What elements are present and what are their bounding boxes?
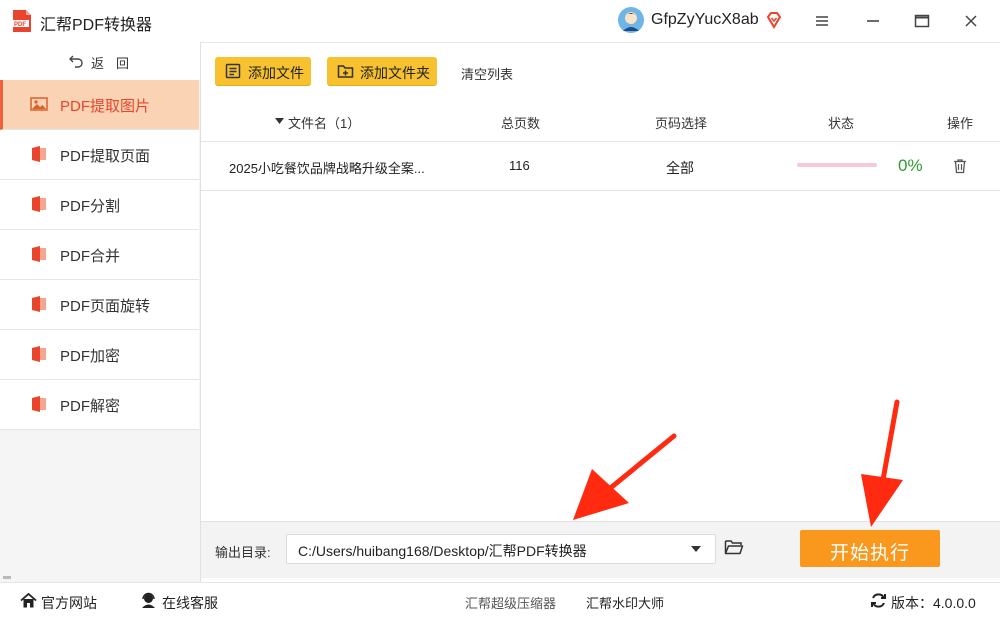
minimize-icon[interactable] [862,10,884,32]
back-button[interactable]: 返回 [0,42,200,80]
start-button[interactable]: 开始执行 [800,530,940,567]
online-support-link[interactable]: 在线客服 [162,593,218,613]
add-folder-button[interactable]: 添加文件夹 [327,57,437,85]
app-logo-icon: PDF [11,10,31,32]
compressor-link[interactable]: 汇帮超级压缩器 [465,593,556,612]
sidebar-item-extract-pages[interactable]: PDF提取页面 [0,130,199,180]
chevron-down-icon [691,546,701,552]
username[interactable]: GfpZyYucX8ab [651,11,759,29]
sidebar-item-encrypt[interactable]: PDF加密 [0,330,199,380]
sidebar-item-label: PDF加密 [60,348,121,365]
image-icon [30,97,48,111]
header-pages: 总页数 [501,116,541,131]
sidebar-item-label: PDF提取图片 [60,98,151,115]
table-header: 文件名（1） 总页数 页码选择 状态 操作 [201,101,1000,142]
sidebar-item-label: PDF解密 [60,398,121,415]
pdf-file-icon [32,246,46,262]
sidebar-item-label: PDF分割 [60,198,121,215]
pdf-file-icon [32,296,46,312]
progress-bar [797,163,877,167]
sidebar-item-rotate[interactable]: PDF页面旋转 [0,280,199,330]
footer: 官方网站 在线客服 汇帮超级压缩器 汇帮水印大师 版本：4.0.0.0 [0,582,1000,618]
add-folder-label: 添加文件夹 [360,65,430,81]
clear-list-button[interactable]: 清空列表 [461,64,513,83]
pdf-file-icon [32,146,46,162]
pdf-file-icon [32,346,46,362]
customer-service-icon [142,592,155,608]
pdf-file-icon [32,396,46,412]
sidebar-item-label: PDF提取页面 [60,148,151,165]
menu-icon[interactable] [811,10,833,32]
close-icon[interactable] [960,10,982,32]
table-row[interactable]: 2025小吃餐饮品牌战略升级全案... 116 全部 0% [201,142,1000,191]
output-dir-value: C:/Users/huibang168/Desktop/汇帮PDF转换器 [298,543,587,559]
user-avatar[interactable] [618,7,644,33]
header-page-select: 页码选择 [655,116,708,131]
cell-page-select[interactable]: 全部 [666,158,694,178]
app-title: 汇帮PDF转换器 [40,17,153,34]
add-file-button[interactable]: 添加文件 [215,57,311,85]
maximize-icon[interactable] [911,10,933,32]
add-file-icon [225,63,241,79]
refresh-icon[interactable] [870,592,887,609]
start-button-label: 开始执行 [829,543,910,564]
arrow-to-output-path [573,433,677,520]
cell-pages: 116 [509,158,530,173]
sidebar: 返回 PDF提取图片 PDF提取页面 PDF分割 PDF合并 PDF页面旋转 P… [0,42,201,582]
sidebar-item-label: PDF页面旋转 [60,298,151,315]
sidebar-item-split[interactable]: PDF分割 [0,180,199,230]
header-status: 状态 [828,116,855,131]
progress-percent: 0% [898,156,923,175]
arrow-to-start-button [861,399,903,527]
output-bar: 输出目录: C:/Users/huibang168/Desktop/汇帮PDF转… [201,521,1000,578]
sidebar-scrollbar[interactable] [3,576,11,579]
pdf-file-icon [32,196,46,212]
sidebar-item-extract-images[interactable]: PDF提取图片 [0,80,199,130]
sidebar-item-label: PDF合并 [60,248,121,265]
home-icon [20,592,37,608]
version-label: 版本：4.0.0.0 [891,595,976,611]
header-filename[interactable]: 文件名（1） [288,113,360,132]
add-file-label: 添加文件 [248,65,304,81]
sidebar-item-decrypt[interactable]: PDF解密 [0,380,199,430]
output-dir-label: 输出目录: [215,545,271,560]
output-dir-select[interactable]: C:/Users/huibang168/Desktop/汇帮PDF转换器 [286,534,716,564]
title-bar: PDF 汇帮PDF转换器 GfpZyYucX8ab [0,0,1000,43]
sidebar-item-merge[interactable]: PDF合并 [0,230,199,280]
vip-diamond-icon[interactable] [765,11,783,29]
cell-filename: 2025小吃餐饮品牌战略升级全案... [229,161,425,176]
official-website-link[interactable]: 官方网站 [41,593,97,613]
open-folder-icon[interactable] [724,538,744,556]
watermark-link[interactable]: 汇帮水印大师 [586,593,664,612]
add-folder-icon [337,65,354,78]
svg-text:PDF: PDF [14,22,26,28]
back-label: 返回 [91,56,142,71]
header-actions: 操作 [947,116,974,131]
back-arrow-icon [69,55,83,68]
delete-icon[interactable] [952,158,968,174]
sort-down-icon[interactable] [275,118,284,125]
